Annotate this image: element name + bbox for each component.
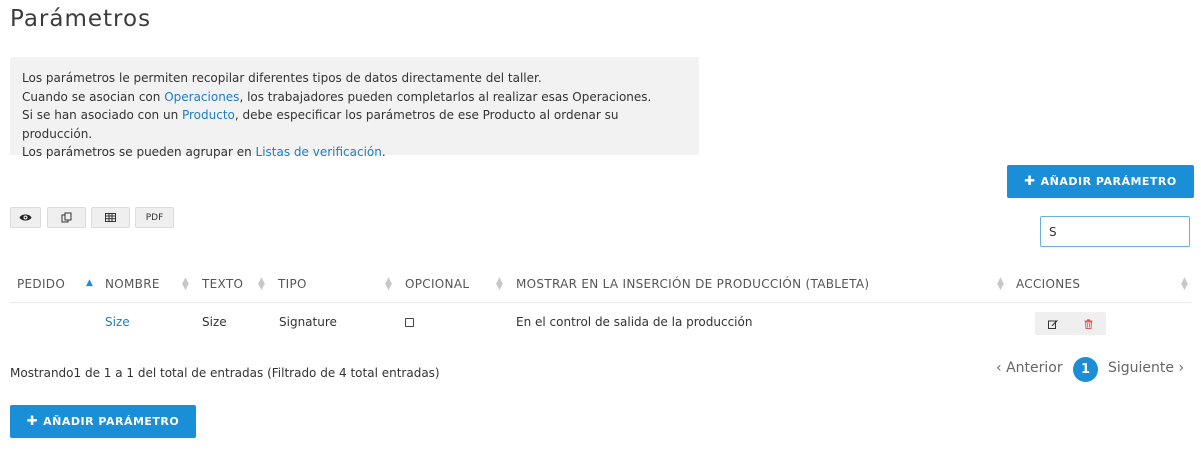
column-header-name[interactable]: NOMBRE	[105, 277, 160, 293]
sort-icon[interactable]: ▲ ▼	[258, 277, 265, 292]
pagination-page-1[interactable]: 1	[1073, 357, 1098, 382]
copy-icon	[61, 212, 72, 223]
info-text: Si se han asociado con un	[22, 108, 182, 122]
delete-button[interactable]	[1071, 312, 1107, 335]
add-parameter-label: AÑADIR PARÁMETRO	[1040, 175, 1177, 188]
operations-link[interactable]: Operaciones	[164, 90, 239, 104]
eye-icon	[19, 214, 32, 221]
table-icon	[105, 213, 116, 222]
sort-icon[interactable]: ▲ ▼	[1181, 277, 1188, 292]
sort-icon[interactable]: ▲ ▼	[182, 277, 189, 292]
pagination-next[interactable]: Siguiente ›	[1108, 360, 1184, 376]
cell-type: Signature	[279, 315, 337, 329]
info-box: Los parámetros le permiten recopilar dif…	[10, 57, 699, 159]
row-actions	[1035, 312, 1106, 335]
sort-icon[interactable]: ▲ ▼	[997, 277, 1004, 292]
add-parameter-button-bottom[interactable]: ✚ AÑADIR PARÁMETRO	[10, 405, 196, 438]
edit-button[interactable]	[1035, 312, 1071, 335]
product-link[interactable]: Producto	[182, 108, 235, 122]
column-header-order[interactable]: PEDIDO	[17, 277, 65, 293]
excel-export-button[interactable]	[91, 207, 130, 228]
cell-show-in-tablet: En el control de salida de la producción	[516, 315, 753, 329]
plus-icon: ✚	[26, 414, 39, 429]
search-input[interactable]	[1040, 216, 1190, 247]
chevron-right-icon: ›	[1178, 360, 1185, 376]
add-parameter-button-top[interactable]: ✚ AÑADIR PARÁMETRO	[1007, 165, 1194, 198]
cell-text: Size	[202, 315, 227, 329]
column-header-optional[interactable]: OPCIONAL	[405, 277, 469, 293]
info-line-1: Los parámetros le permiten recopilar dif…	[22, 71, 542, 85]
header-divider	[10, 302, 1191, 303]
checklists-link[interactable]: Listas de verificación	[256, 145, 382, 159]
info-line-4: Los parámetros se pueden agrupar en List…	[22, 143, 687, 162]
previous-label: Anterior	[1006, 360, 1063, 376]
add-parameter-label: AÑADIR PARÁMETRO	[43, 415, 180, 428]
column-header-text[interactable]: TEXTO	[202, 277, 243, 293]
column-header-type[interactable]: TIPO	[278, 277, 307, 293]
next-label: Siguiente	[1108, 360, 1175, 376]
info-text: .	[381, 145, 386, 159]
pdf-export-button[interactable]: PDF	[135, 207, 174, 228]
chevron-left-icon: ‹	[996, 360, 1002, 376]
plus-icon: ✚	[1024, 174, 1036, 189]
optional-checkbox[interactable]	[405, 318, 414, 327]
pdf-label: PDF	[145, 212, 164, 223]
column-visibility-button[interactable]	[10, 207, 41, 228]
info-line-3: Si se han asociado con un Producto, debe…	[22, 106, 687, 143]
sort-asc-icon[interactable]: ▲	[86, 279, 93, 288]
cell-name-link[interactable]: Size	[105, 315, 130, 329]
info-line-2: Cuando se asocian con Operaciones, los t…	[22, 88, 687, 107]
info-text: , los trabajadores pueden completarlos a…	[239, 89, 652, 104]
trash-icon	[1084, 318, 1093, 329]
info-text: Cuando se asocian con	[22, 89, 165, 104]
copy-button[interactable]	[47, 207, 86, 228]
column-header-show-in-tablet[interactable]: MOSTRAR EN LA INSERCIÓN DE PRODUCCIÓN (T…	[516, 277, 869, 293]
pagination-previous[interactable]: ‹ Anterior	[996, 360, 1063, 376]
column-header-actions[interactable]: ACCIONES	[1016, 277, 1080, 293]
entries-summary: Mostrando1 de 1 a 1 del total de entrada…	[10, 366, 440, 380]
sort-icon[interactable]: ▲ ▼	[385, 277, 392, 292]
edit-icon	[1047, 319, 1058, 329]
info-text: Los parámetros se pueden agrupar en	[22, 145, 256, 159]
sort-icon[interactable]: ▲ ▼	[496, 277, 503, 292]
page-title: Parámetros	[10, 6, 152, 32]
